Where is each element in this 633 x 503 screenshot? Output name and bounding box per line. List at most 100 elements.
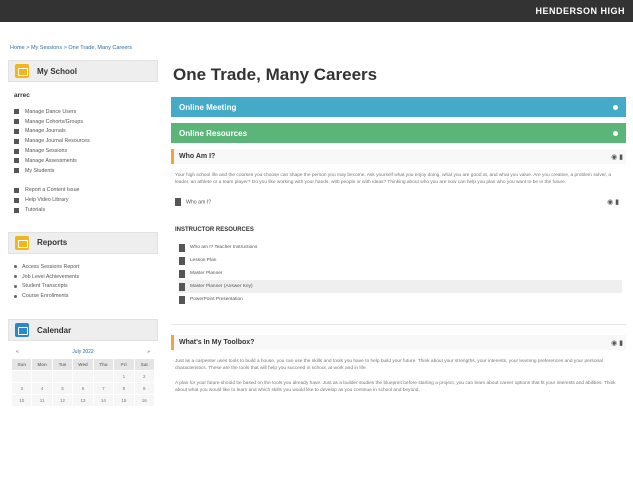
divider (171, 324, 626, 325)
resource-item[interactable]: PowerPoint Presentation (179, 293, 622, 306)
calendar-day[interactable]: 8 (114, 383, 134, 395)
calendar-day[interactable]: 5 (52, 383, 73, 395)
calendar-weekday: Wed (73, 359, 93, 371)
section-title: Who Am I? (179, 153, 216, 160)
calendar-day[interactable]: 9 (134, 383, 154, 395)
support-menu: Report a Content Issue Help Video Librar… (14, 186, 158, 215)
visibility-icon[interactable]: ◉ ▮ (607, 198, 619, 206)
resource-item[interactable]: Master Planner (179, 267, 622, 280)
sidebar-item[interactable]: Manage Dance Users (14, 107, 158, 117)
menu-icon (14, 119, 19, 125)
calendar-weekday: Mon (32, 359, 52, 371)
calendar-icon (15, 323, 29, 338)
expand-icon (613, 130, 618, 136)
calendar-month: July 2022 (72, 349, 94, 356)
visibility-icon[interactable]: ◉ ▮ (611, 339, 623, 347)
calendar-grid: Sun Mon Tue Wed Thu Fri Sat 1 2 3 4 5 6 7 8 9 10 11 12 13 14… (12, 359, 154, 407)
instructor-resources-title: INSTRUCTOR RESOURCES (175, 227, 254, 233)
menu-icon (14, 138, 19, 144)
report-item[interactable]: Job Level Achievements (14, 272, 158, 282)
sidebar-item[interactable]: Manage Sessions (14, 146, 158, 156)
resource-item[interactable]: Master Planner (Answer Key) (179, 280, 622, 293)
resource-list: Who am I? Teacher Instructions Lesson Pl… (179, 241, 622, 306)
panel-title: Reports (37, 238, 68, 248)
calendar-nav: « July 2022 » (16, 349, 150, 355)
section-title: What's In My Toolbox? (179, 339, 255, 346)
bar-label: Online Meeting (179, 102, 237, 112)
calendar-day (93, 371, 114, 383)
calendar-weekday: Tue (52, 359, 73, 371)
menu-icon (14, 158, 19, 164)
calendar-day[interactable]: 10 (12, 395, 32, 407)
calendar-day[interactable]: 12 (52, 395, 73, 407)
calendar-day (52, 371, 73, 383)
sidebar: My School arrec Manage Dance Users Manag… (8, 60, 158, 407)
sidebar-item[interactable]: Manage Journal Resources (14, 136, 158, 146)
school-subtitle: arrec (14, 92, 30, 99)
sidebar-item[interactable]: Manage Journals (14, 127, 158, 137)
menu-icon (14, 197, 19, 203)
breadcrumb[interactable]: Home > My Sessions > One Trade, Many Car… (10, 45, 132, 51)
sidebar-item[interactable]: Report a Content Issue (14, 186, 158, 196)
calendar-weekday: Sun (12, 359, 32, 371)
calendar-day[interactable]: 13 (73, 395, 93, 407)
panel-title: My School (37, 66, 78, 76)
section-text: A plan for your future should be based o… (175, 381, 616, 393)
page-title: One Trade, Many Careers (173, 65, 378, 84)
sidebar-item[interactable]: Help Video Library (14, 195, 158, 205)
report-item[interactable]: Student Transcripts (14, 282, 158, 292)
reports-menu: Access Sessions Report Job Level Achieve… (14, 262, 158, 301)
main-content: One Trade, Many Careers Online Meeting O… (171, 62, 626, 394)
calendar-day[interactable]: 4 (32, 383, 52, 395)
report-item[interactable]: Access Sessions Report (14, 262, 158, 272)
section-text: Just as a carpenter uses tools to build … (175, 359, 603, 371)
calendar-day[interactable]: 3 (12, 383, 32, 395)
section-header: Who Am I? ◉ ▮ (171, 149, 626, 164)
calendar-day (73, 371, 93, 383)
bullet-icon (14, 275, 17, 279)
reports-icon (15, 235, 29, 250)
calendar-day[interactable]: 2 (134, 371, 154, 383)
menu-icon (14, 128, 19, 134)
menu-icon (14, 187, 19, 193)
calendar-day[interactable]: 11 (32, 395, 52, 407)
school-menu: Manage Dance Users Manage Cohorts/Groups… (14, 107, 158, 176)
my-school-panel-header[interactable]: My School (8, 60, 158, 82)
calendar-weekday: Sat (134, 359, 154, 371)
section-text: Your high school life and the courses yo… (175, 173, 612, 185)
calendar-day[interactable]: 6 (73, 383, 93, 395)
prev-month-button[interactable]: « (16, 349, 19, 355)
calendar-day[interactable]: 7 (93, 383, 114, 395)
next-month-button[interactable]: » (147, 349, 150, 355)
file-icon (179, 256, 185, 265)
sidebar-item[interactable]: Manage Cohorts/Groups (14, 117, 158, 127)
resource-item[interactable]: Who am I? Teacher Instructions (179, 241, 622, 254)
sidebar-item[interactable]: Tutorials (14, 205, 158, 215)
file-icon (179, 295, 185, 304)
online-meeting-bar[interactable]: Online Meeting (171, 97, 626, 117)
calendar-day[interactable]: 15 (114, 395, 134, 407)
calendar-day (32, 371, 52, 383)
bullet-icon (14, 265, 17, 269)
sidebar-item[interactable]: Manage Assessments (14, 156, 158, 166)
school-icon (15, 64, 29, 78)
menu-icon (14, 148, 19, 154)
file-row[interactable]: Who am I? ◉ ▮ (175, 198, 622, 206)
calendar-panel-header: Calendar (8, 319, 158, 342)
calendar-weekday: Thu (93, 359, 114, 371)
calendar-day[interactable]: 16 (134, 395, 154, 407)
calendar-day (12, 371, 32, 383)
reports-panel-header[interactable]: Reports (8, 231, 158, 254)
sidebar-item[interactable]: My Students (14, 166, 158, 176)
report-item[interactable]: Course Enrollments (14, 291, 158, 301)
visibility-icon[interactable]: ◉ ▮ (611, 153, 623, 161)
file-icon (179, 243, 185, 252)
resource-item[interactable]: Lesson Plan (179, 254, 622, 267)
online-resources-bar[interactable]: Online Resources (171, 123, 626, 143)
calendar-day[interactable]: 14 (93, 395, 114, 407)
expand-icon (613, 104, 618, 110)
panel-title: Calendar (37, 325, 72, 335)
school-name: HENDERSON HIGH (535, 6, 625, 16)
file-icon (179, 282, 185, 291)
calendar-day[interactable]: 1 (114, 371, 134, 383)
